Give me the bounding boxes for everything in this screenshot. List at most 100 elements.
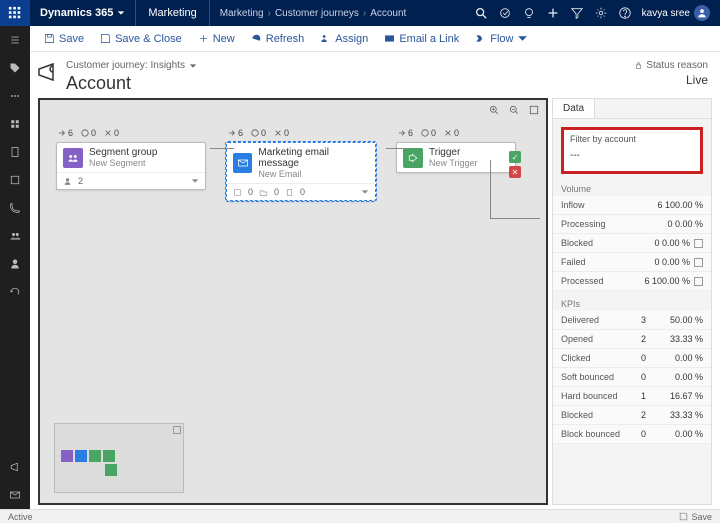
refresh-label: Refresh: [266, 33, 305, 45]
tile-title: Trigger: [429, 147, 478, 158]
minimap[interactable]: [54, 423, 184, 493]
zoom-in-icon[interactable]: [488, 104, 500, 116]
search-icon[interactable]: [474, 6, 488, 20]
journey-canvas[interactable]: 6 0 0 Segment groupNew Segment 2: [38, 98, 548, 505]
assign-button[interactable]: Assign: [314, 26, 374, 51]
save-label: Save: [59, 33, 84, 45]
subtitle[interactable]: Customer journey: Insights: [66, 60, 197, 71]
arrow-icon: [228, 129, 236, 137]
segment-icon: [63, 148, 83, 168]
tile-sub: New Segment: [89, 158, 157, 168]
top-bar: Dynamics 365 Marketing Marketing › Custo…: [0, 0, 720, 26]
email-link-button[interactable]: Email a Link: [378, 26, 465, 51]
kpi-name: Soft bounced: [561, 372, 641, 382]
row-name: Processing: [561, 219, 606, 229]
crumb[interactable]: Account: [370, 8, 406, 19]
metric: 6: [238, 128, 243, 138]
kpi-count: 1: [641, 391, 661, 401]
metric: 0: [431, 128, 436, 138]
module-label: Marketing: [148, 7, 196, 19]
volume-row: Inflow6 100.00 %: [553, 196, 711, 215]
status-right[interactable]: Save: [691, 512, 712, 522]
row-name: Failed: [561, 257, 586, 267]
kpi-row: Block bounced00.00 %: [553, 425, 711, 444]
status-bar: Active Save: [0, 509, 720, 523]
tile-segment-group[interactable]: Segment groupNew Segment 2: [56, 142, 206, 190]
flow-button[interactable]: Flow: [469, 26, 534, 51]
chevron-down-icon: [117, 9, 125, 17]
save-button[interactable]: Save: [38, 26, 90, 51]
tab-data[interactable]: Data: [553, 99, 595, 118]
row-value: 0 0.00 %: [654, 238, 703, 248]
filter-icon[interactable]: [570, 6, 584, 20]
rail-person-icon[interactable]: [0, 250, 30, 278]
metric: 0: [454, 128, 459, 138]
tile-metrics: 6 0 0: [396, 128, 516, 138]
rail-refresh-icon[interactable]: [0, 278, 30, 306]
filter-by-account[interactable]: Filter by account ---: [561, 127, 703, 174]
zoom-out-icon[interactable]: [508, 104, 520, 116]
clock-icon: [81, 129, 89, 137]
kpi-name: Clicked: [561, 353, 641, 363]
rail-people-icon[interactable]: [0, 222, 30, 250]
kpi-count: 0: [641, 353, 661, 363]
detail-icon[interactable]: [694, 277, 703, 286]
tile-marketing-email[interactable]: Marketing email messageNew Email 0 0 0: [226, 142, 376, 201]
save-close-button[interactable]: Save & Close: [94, 26, 188, 51]
detail-icon[interactable]: [694, 239, 703, 248]
row-name: Processed: [561, 276, 604, 286]
tile-title: Marketing email message: [258, 147, 369, 169]
kpi-row: Soft bounced00.00 %: [553, 368, 711, 387]
task-icon[interactable]: [498, 6, 512, 20]
user-menu[interactable]: kavya sree: [642, 5, 710, 21]
rail-doc-icon[interactable]: [0, 138, 30, 166]
rail-menu-icon[interactable]: [0, 26, 30, 54]
page-header: Customer journey: Insights Account Statu…: [30, 52, 720, 98]
rail-phone-icon[interactable]: [0, 194, 30, 222]
rail-tag-icon[interactable]: [0, 54, 30, 82]
minimap-block: [89, 450, 101, 462]
email-link-label: Email a Link: [399, 33, 459, 45]
chevron-down-icon[interactable]: [361, 188, 369, 196]
flow-label: Flow: [490, 33, 513, 45]
rail-page-icon[interactable]: [0, 166, 30, 194]
save-icon[interactable]: [679, 512, 688, 521]
fit-icon[interactable]: [528, 104, 540, 116]
chevron-down-icon[interactable]: [191, 177, 199, 185]
app-launcher[interactable]: [0, 0, 30, 26]
arrow-icon: [58, 129, 66, 137]
detail-icon[interactable]: [694, 258, 703, 267]
module-name[interactable]: Marketing: [136, 0, 209, 26]
row-value: 6 100.00 %: [644, 276, 703, 286]
tab-label: Data: [563, 103, 584, 114]
avatar-icon: [694, 5, 710, 21]
chevron-down-icon: [189, 62, 197, 70]
rail-mega-icon[interactable]: [0, 453, 30, 481]
connector: [210, 148, 234, 149]
kpi-pct: 0.00 %: [661, 372, 703, 382]
new-label: New: [213, 33, 235, 45]
rail-dots-icon[interactable]: [0, 82, 30, 110]
folder-icon: [259, 188, 268, 197]
crumb[interactable]: Marketing: [220, 8, 264, 19]
metric: 0: [284, 128, 289, 138]
minimap-toggle-icon[interactable]: [173, 426, 181, 434]
chevron-down-icon: [517, 33, 528, 44]
mail-icon: [233, 153, 252, 173]
tile-sub: New Email: [258, 169, 369, 179]
bulb-icon[interactable]: [522, 6, 536, 20]
status-left: Active: [8, 512, 33, 522]
tile-trigger[interactable]: TriggerNew Trigger ✓ ✕: [396, 142, 516, 173]
plus-icon[interactable]: [546, 6, 560, 20]
gear-icon[interactable]: [594, 6, 608, 20]
tile-title: Segment group: [89, 147, 157, 158]
volume-row: Processed 6 100.00 %: [553, 272, 711, 291]
rail-grid-icon[interactable]: [0, 110, 30, 138]
status-reason: Status reason Live: [634, 60, 708, 87]
refresh-button[interactable]: Refresh: [245, 26, 311, 51]
rail-mail-icon[interactable]: [0, 481, 30, 509]
crumb[interactable]: Customer journeys: [275, 8, 359, 19]
help-icon[interactable]: [618, 6, 632, 20]
brand[interactable]: Dynamics 365: [30, 0, 136, 26]
new-button[interactable]: New: [192, 26, 241, 51]
